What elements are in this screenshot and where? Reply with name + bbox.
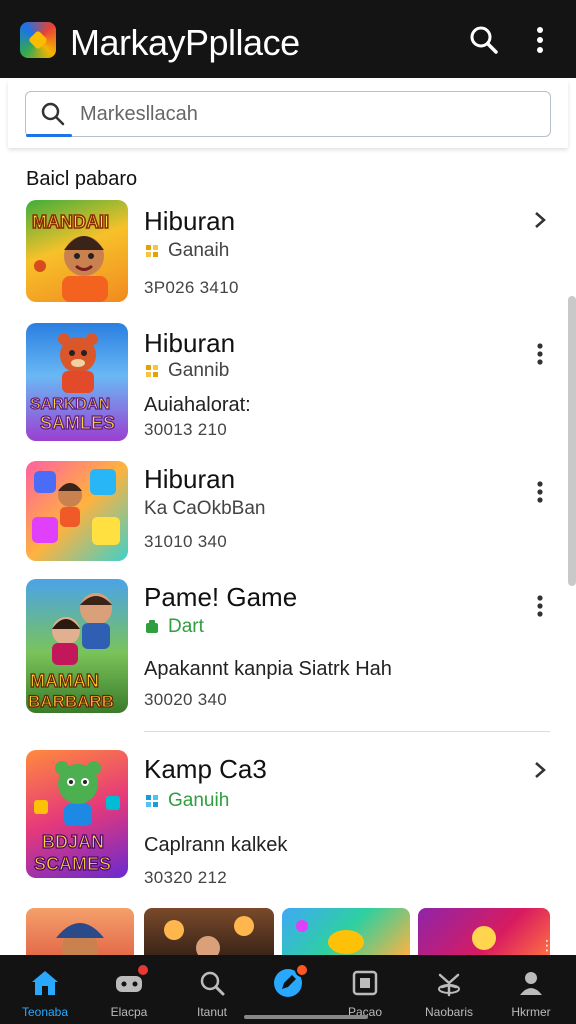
category-icon bbox=[144, 243, 160, 259]
svg-text:SAMLES: SAMLES bbox=[40, 413, 115, 433]
item-category-label: Ganuih bbox=[168, 790, 230, 811]
svg-text:SCAMES: SCAMES bbox=[34, 854, 111, 874]
search-input[interactable] bbox=[80, 102, 500, 126]
svg-text:SARKDAN: SARKDAN bbox=[30, 396, 110, 413]
list-item[interactable]: MAMAN BARBARB Pame! Game Dart Apakannt k… bbox=[0, 576, 576, 736]
more-vert-icon[interactable] bbox=[528, 340, 552, 368]
nav-item-home[interactable]: Teonaba bbox=[4, 955, 86, 1024]
nav-label: Naobaris bbox=[424, 1005, 474, 1019]
search-icon bbox=[195, 967, 229, 999]
nav-item-edit[interactable] bbox=[247, 955, 329, 1024]
chevron-right-icon[interactable] bbox=[528, 206, 552, 234]
nav-item-leaf[interactable]: Naobaris bbox=[408, 955, 490, 1024]
home-icon bbox=[28, 967, 62, 999]
svg-text:BDJAN: BDJAN bbox=[42, 832, 104, 852]
item-category-label: Gannib bbox=[168, 360, 230, 381]
apps-icon bbox=[348, 967, 382, 999]
app-title: MarkayPpllace bbox=[70, 22, 300, 63]
nav-item-search[interactable]: Itanut bbox=[171, 955, 253, 1024]
svg-text:⋮: ⋮ bbox=[540, 938, 550, 954]
home-indicator bbox=[244, 1015, 368, 1019]
item-category-label: Dart bbox=[168, 616, 204, 637]
search-bar bbox=[8, 80, 568, 148]
chevron-right-icon[interactable] bbox=[528, 756, 552, 784]
item-category-label: Ka CaOkbBan bbox=[144, 498, 266, 519]
item-meta: 3P026 3410 bbox=[144, 278, 239, 297]
svg-text:BARBARB: BARBARB bbox=[28, 692, 114, 711]
nav-label: Hkrmer bbox=[511, 1005, 551, 1019]
notification-badge bbox=[136, 963, 150, 977]
category-icon bbox=[144, 793, 160, 809]
search-focus-indicator bbox=[26, 134, 72, 137]
list-item[interactable]: MANDAII Hiburan Ganaih 3P026 3410 bbox=[0, 196, 576, 306]
search-field[interactable] bbox=[25, 91, 551, 137]
more-vert-icon[interactable] bbox=[528, 478, 552, 506]
app-thumbnail: MANDAII bbox=[26, 200, 128, 302]
more-vert-icon[interactable] bbox=[524, 24, 556, 56]
app-logo-icon bbox=[20, 22, 56, 58]
scrollbar[interactable] bbox=[568, 296, 576, 586]
item-title: Kamp Ca3 bbox=[144, 754, 267, 784]
games-controller-icon bbox=[112, 963, 150, 999]
item-category: Gannib bbox=[144, 360, 229, 382]
more-vert-icon[interactable] bbox=[528, 592, 552, 620]
item-title: Pame! Game bbox=[144, 582, 298, 612]
item-title: Hiburan bbox=[144, 464, 236, 494]
nav-label: Itanut bbox=[196, 1005, 228, 1019]
nav-item-games[interactable]: Elacpa bbox=[88, 955, 170, 1024]
nav-label: Elacpa bbox=[110, 1005, 148, 1019]
app-thumbnail: SARKDAN SAMLES bbox=[26, 323, 128, 441]
item-category: Ka CaOkbBan bbox=[144, 498, 265, 520]
item-category: Dart bbox=[144, 616, 204, 638]
app-thumbnail-partial[interactable] bbox=[26, 908, 134, 956]
bottom-navigation: Teonaba Elacpa Itanut Pacao Naobaris Hkr… bbox=[0, 955, 576, 1024]
nav-label: Teonaba bbox=[21, 1005, 69, 1019]
item-description: Apakannt kanpia Siatrk Hah bbox=[144, 658, 392, 680]
item-title: Hiburan bbox=[144, 328, 236, 358]
person-icon bbox=[514, 967, 548, 999]
svg-text:MAMAN: MAMAN bbox=[30, 671, 99, 691]
leaf-icon bbox=[432, 967, 466, 999]
notification-badge bbox=[295, 963, 309, 977]
app-bar: MarkayPpllace bbox=[0, 0, 576, 78]
category-icon bbox=[144, 619, 160, 635]
app-thumbnail-partial[interactable]: ⋮ bbox=[418, 908, 550, 956]
app-thumbnail-partial[interactable] bbox=[144, 908, 274, 956]
divider bbox=[144, 731, 550, 732]
nav-item-apps[interactable]: Pacao bbox=[324, 955, 406, 1024]
app-thumbnail: BDJAN SCAMES bbox=[26, 750, 128, 878]
list-item[interactable]: Hiburan Ka CaOkbBan 31010 340 bbox=[0, 456, 576, 566]
item-category: Ganuih bbox=[144, 790, 229, 812]
item-title: Hiburan bbox=[144, 206, 236, 236]
thumbnail-text: MANDAII bbox=[32, 212, 109, 232]
nav-item-profile[interactable]: Hkrmer bbox=[490, 955, 572, 1024]
app-thumbnail-partial[interactable] bbox=[282, 908, 410, 956]
search-field-icon bbox=[41, 102, 65, 126]
item-meta: 30020 340 bbox=[144, 690, 228, 709]
item-category-label: Ganaih bbox=[168, 240, 230, 261]
item-description: Caplrann kalkek bbox=[144, 834, 288, 856]
category-icon bbox=[144, 363, 160, 379]
list-item[interactable]: BDJAN SCAMES Kamp Ca3 Ganuih Caplrann ka… bbox=[0, 746, 576, 887]
edit-pen-icon bbox=[271, 963, 309, 999]
search-icon[interactable] bbox=[468, 24, 500, 56]
item-meta: 30320 212 bbox=[144, 868, 228, 887]
section-title: Baicl pabaro bbox=[26, 168, 138, 190]
list-item[interactable]: SARKDAN SAMLES Hiburan Gannib Auiahalora… bbox=[0, 318, 576, 444]
item-category: Ganaih bbox=[144, 240, 229, 262]
app-thumbnail bbox=[26, 461, 128, 561]
app-thumbnail: MAMAN BARBARB bbox=[26, 579, 128, 713]
item-description: Auiahalorat: bbox=[144, 394, 251, 416]
item-meta: 31010 340 bbox=[144, 532, 228, 551]
item-meta: 30013 210 bbox=[144, 420, 228, 439]
